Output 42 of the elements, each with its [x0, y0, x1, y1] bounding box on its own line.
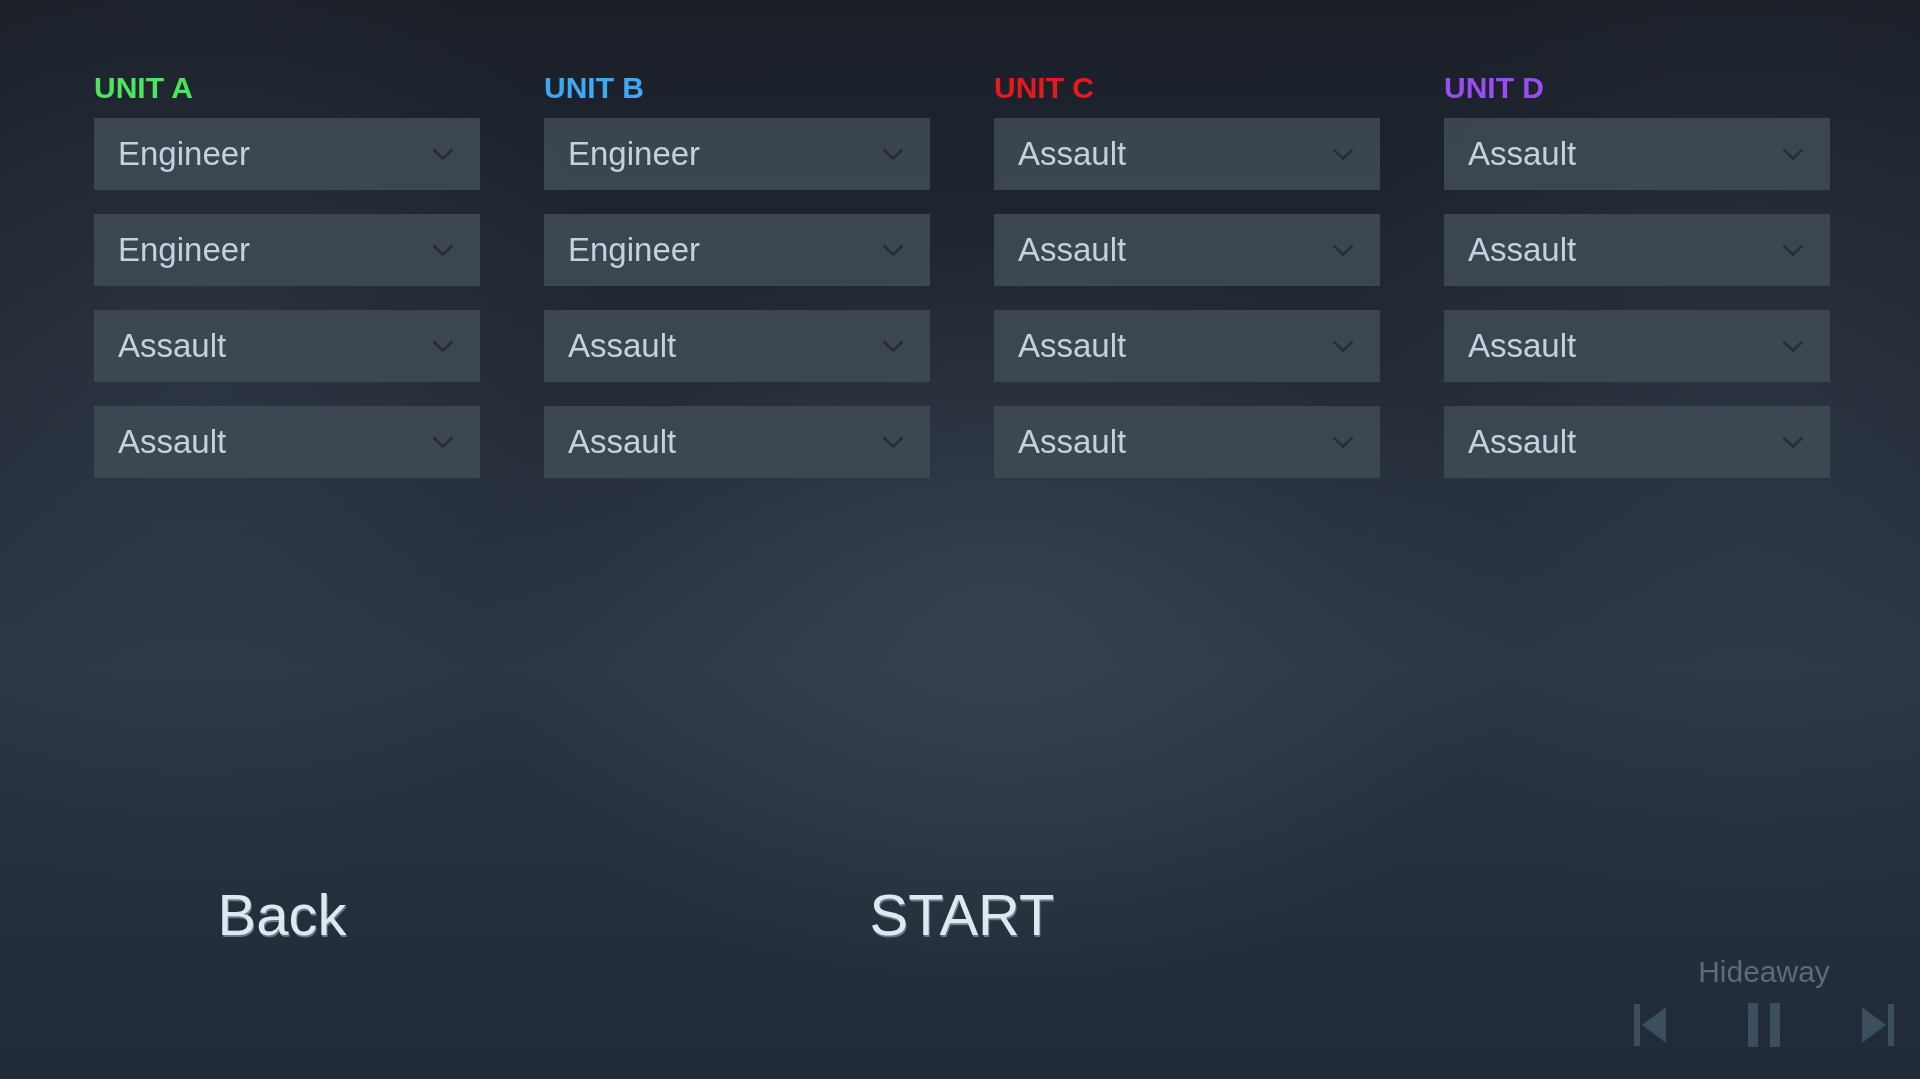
chevron-down-icon	[882, 436, 904, 448]
chevron-down-icon	[882, 244, 904, 256]
class-dropdown[interactable]: Assault	[544, 406, 930, 478]
class-dropdown[interactable]: Assault	[1444, 118, 1830, 190]
unit-title: UNIT D	[1444, 72, 1544, 104]
back-button[interactable]: Back	[217, 881, 347, 949]
class-dropdown[interactable]: Engineer	[94, 118, 480, 190]
skip-next-icon[interactable]	[1862, 1004, 1894, 1046]
class-dropdown[interactable]: Assault	[994, 214, 1380, 286]
chevron-down-icon	[1782, 436, 1804, 448]
chevron-down-icon	[432, 436, 454, 448]
skip-previous-icon[interactable]	[1634, 1004, 1666, 1046]
class-dropdown[interactable]: Engineer	[544, 214, 930, 286]
chevron-down-icon	[432, 148, 454, 160]
unit-title: UNIT C	[994, 72, 1094, 104]
chevron-down-icon	[882, 340, 904, 352]
chevron-down-icon	[882, 148, 904, 160]
class-dropdown[interactable]: Assault	[994, 310, 1380, 382]
chevron-down-icon	[432, 244, 454, 256]
class-dropdown[interactable]: Assault	[1444, 214, 1830, 286]
chevron-down-icon	[1332, 436, 1354, 448]
chevron-down-icon	[1782, 148, 1804, 160]
class-dropdown[interactable]: Engineer	[544, 118, 930, 190]
pause-icon[interactable]	[1748, 1003, 1780, 1047]
unit-title: UNIT A	[94, 72, 193, 104]
unit-title: UNIT B	[544, 72, 644, 104]
class-dropdown[interactable]: Assault	[994, 406, 1380, 478]
chevron-down-icon	[432, 340, 454, 352]
chevron-down-icon	[1782, 340, 1804, 352]
class-dropdown[interactable]: Assault	[94, 406, 480, 478]
chevron-down-icon	[1332, 244, 1354, 256]
class-dropdown[interactable]: Assault	[94, 310, 480, 382]
chevron-down-icon	[1332, 148, 1354, 160]
track-title: Hideaway	[1698, 955, 1830, 989]
class-dropdown[interactable]: Assault	[544, 310, 930, 382]
class-dropdown[interactable]: Assault	[1444, 310, 1830, 382]
class-dropdown[interactable]: Assault	[994, 118, 1380, 190]
class-dropdown[interactable]: Assault	[1444, 406, 1830, 478]
chevron-down-icon	[1332, 340, 1354, 352]
chevron-down-icon	[1782, 244, 1804, 256]
start-button[interactable]: START	[869, 881, 1055, 949]
class-dropdown[interactable]: Engineer	[94, 214, 480, 286]
